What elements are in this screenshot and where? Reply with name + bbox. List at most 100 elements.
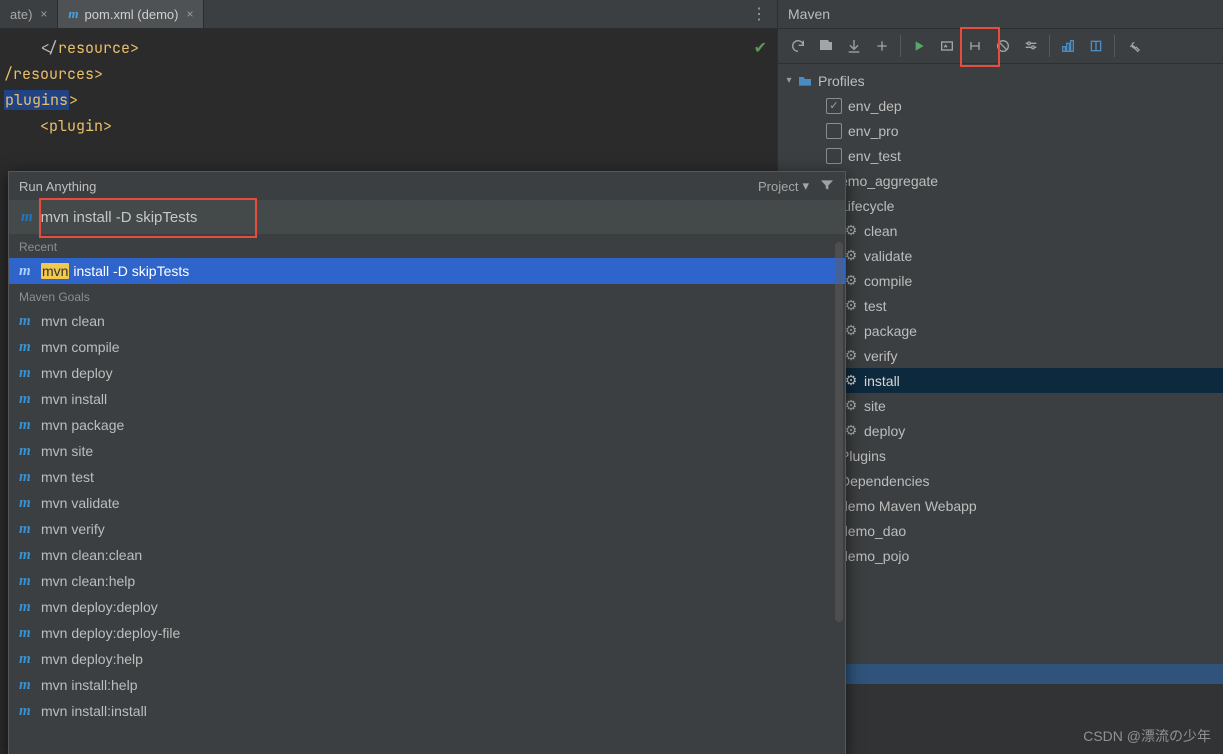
result-label: mvn clean [41, 313, 105, 329]
tab-label: pom.xml (demo) [85, 7, 179, 22]
chevron-down-icon: ▾ [782, 75, 796, 86]
result-item[interactable]: m mvn clean:help [9, 568, 845, 594]
editor-tab-prev[interactable]: ate) × [0, 0, 58, 28]
command-input[interactable] [41, 209, 845, 226]
maven-icon: m [21, 209, 33, 226]
maven-icon: m [19, 365, 33, 382]
chevron-down-icon: ▾ [802, 178, 809, 194]
result-item[interactable]: m mvn compile [9, 334, 845, 360]
result-item[interactable]: m mvn site [9, 438, 845, 464]
maven-icon: m [19, 263, 33, 280]
run-anything-popup: Run Anything Project ▾ m Recent [8, 171, 846, 754]
collapse-all-button[interactable] [1082, 32, 1110, 60]
popup-header: Run Anything Project ▾ [9, 172, 845, 200]
wrench-settings-button[interactable] [1119, 32, 1147, 60]
show-settings-button[interactable] [1017, 32, 1045, 60]
close-icon[interactable]: × [40, 7, 47, 21]
tree-node-env-pro[interactable]: env_pro [778, 118, 1223, 143]
tab-menu-icon[interactable]: ⋮ [741, 0, 777, 28]
folder-icon [796, 73, 814, 89]
checkbox-icon[interactable] [826, 148, 842, 164]
maven-icon: m [19, 547, 33, 564]
checkbox-icon[interactable] [826, 123, 842, 139]
editor-tab-bar: ate) × m pom.xml (demo) × ⋮ [0, 0, 777, 29]
maven-icon: m [19, 677, 33, 694]
filter-icon[interactable] [819, 177, 835, 196]
toggle-offline-button[interactable] [961, 32, 989, 60]
generate-sources-button[interactable] [812, 32, 840, 60]
scrollbar-thumb[interactable] [835, 242, 843, 622]
result-item[interactable]: m mvn install:help [9, 672, 845, 698]
result-item[interactable]: m mvn verify [9, 516, 845, 542]
toolbar-separator [900, 35, 901, 57]
code-line: <plugin> [4, 113, 773, 139]
tool-window-title: Maven [778, 0, 1223, 29]
result-item[interactable]: m mvn validate [9, 490, 845, 516]
maven-icon: m [19, 443, 33, 460]
reload-button[interactable] [784, 32, 812, 60]
result-label: mvn deploy:deploy-file [41, 625, 180, 641]
editor-pane: ate) × m pom.xml (demo) × ⋮ ✔ </resource… [0, 0, 777, 754]
result-label: mvn clean:help [41, 573, 135, 589]
add-project-button[interactable] [868, 32, 896, 60]
result-item[interactable]: mmvn package [9, 412, 845, 438]
tab-label: ate) [10, 7, 32, 22]
result-label: mvn install:help [41, 677, 138, 693]
code-line: /resources> [4, 61, 773, 87]
code-line: </resource> [4, 35, 773, 61]
checkbox-checked-icon[interactable] [826, 98, 842, 114]
result-label: mvn test [41, 469, 94, 485]
show-dependencies-button[interactable] [1054, 32, 1082, 60]
result-label: mvn verify [41, 521, 105, 537]
tree-node-env-dep[interactable]: env_dep [778, 93, 1223, 118]
maven-icon: m [19, 573, 33, 590]
toggle-skip-tests-button[interactable] [989, 32, 1017, 60]
result-label: mvn site [41, 443, 93, 459]
maven-icon: m [19, 521, 33, 538]
app-root: ate) × m pom.xml (demo) × ⋮ ✔ </resource… [0, 0, 1223, 754]
execute-goal-button[interactable] [933, 32, 961, 60]
tree-node-profiles[interactable]: ▾ Profiles [778, 68, 1223, 93]
maven-icon: m [19, 495, 33, 512]
result-item[interactable]: m mvn deploy:deploy-file [9, 620, 845, 646]
result-label: mvn install:install [41, 703, 147, 719]
result-label: mvn install [41, 391, 107, 407]
result-label: mvn install -D skipTests [41, 263, 189, 279]
result-item[interactable]: mmvn install [9, 386, 845, 412]
result-label: mvn clean:clean [41, 547, 142, 563]
result-item[interactable]: m mvn deploy:deploy [9, 594, 845, 620]
maven-icon: m [19, 339, 33, 356]
result-label: mvn deploy [41, 365, 113, 381]
result-label: mvn validate [41, 495, 120, 511]
maven-file-icon: m [68, 6, 78, 22]
result-label: mvn compile [41, 339, 120, 355]
maven-icon: m [19, 651, 33, 668]
result-item[interactable]: m mvn deploy:help [9, 646, 845, 672]
maven-icon: m [19, 469, 33, 486]
result-item[interactable]: m mvn install:install [9, 698, 845, 724]
editor-tab-pom[interactable]: m pom.xml (demo) × [58, 0, 204, 28]
result-label: mvn deploy:deploy [41, 599, 158, 615]
maven-icon: m [19, 625, 33, 642]
download-sources-button[interactable] [840, 32, 868, 60]
toolbar-separator [1114, 35, 1115, 57]
result-item-recent[interactable]: m mvn install -D skipTests [9, 258, 845, 284]
result-label: mvn package [41, 417, 124, 433]
toolbar-separator [1049, 35, 1050, 57]
result-item[interactable]: m mvn clean:clean [9, 542, 845, 568]
result-item[interactable]: m mvn deploy [9, 360, 845, 386]
result-item[interactable]: m mvn clean [9, 308, 845, 334]
popup-results: m mvn install -D skipTests Maven Goals m… [9, 258, 845, 754]
maven-icon: m [19, 599, 33, 616]
inspections-ok-icon: ✔ [754, 35, 767, 61]
close-icon[interactable]: × [186, 7, 193, 21]
result-label: mvn deploy:help [41, 651, 143, 667]
maven-icon: m [19, 313, 33, 330]
maven-toolbar [778, 29, 1223, 64]
run-button[interactable] [905, 32, 933, 60]
result-item[interactable]: m mvn test [9, 464, 845, 490]
maven-icon: m [19, 703, 33, 720]
section-goals: Maven Goals [9, 284, 845, 308]
project-scope-dropdown[interactable]: Project ▾ [758, 178, 809, 194]
tree-node-env-test[interactable]: env_test [778, 143, 1223, 168]
